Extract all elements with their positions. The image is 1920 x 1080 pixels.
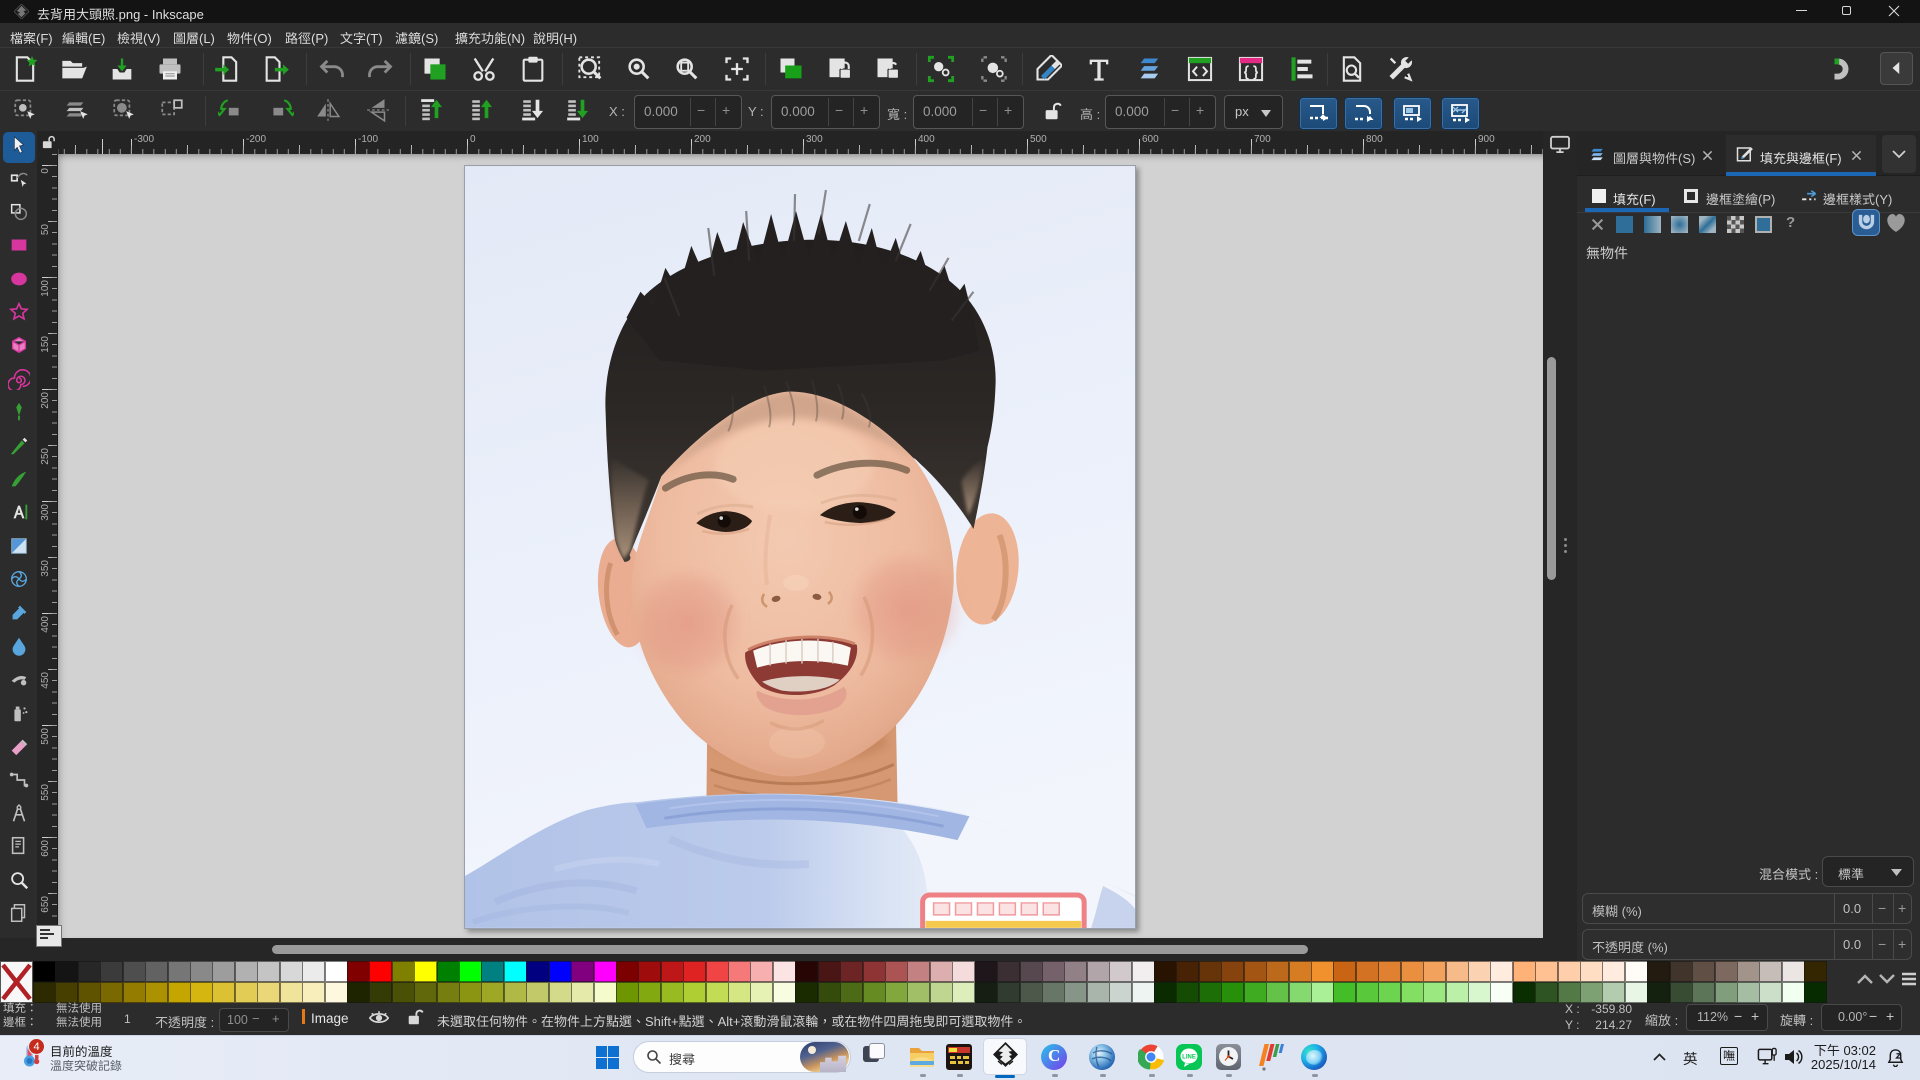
svg-text:LINE: LINE — [1182, 1055, 1196, 1061]
